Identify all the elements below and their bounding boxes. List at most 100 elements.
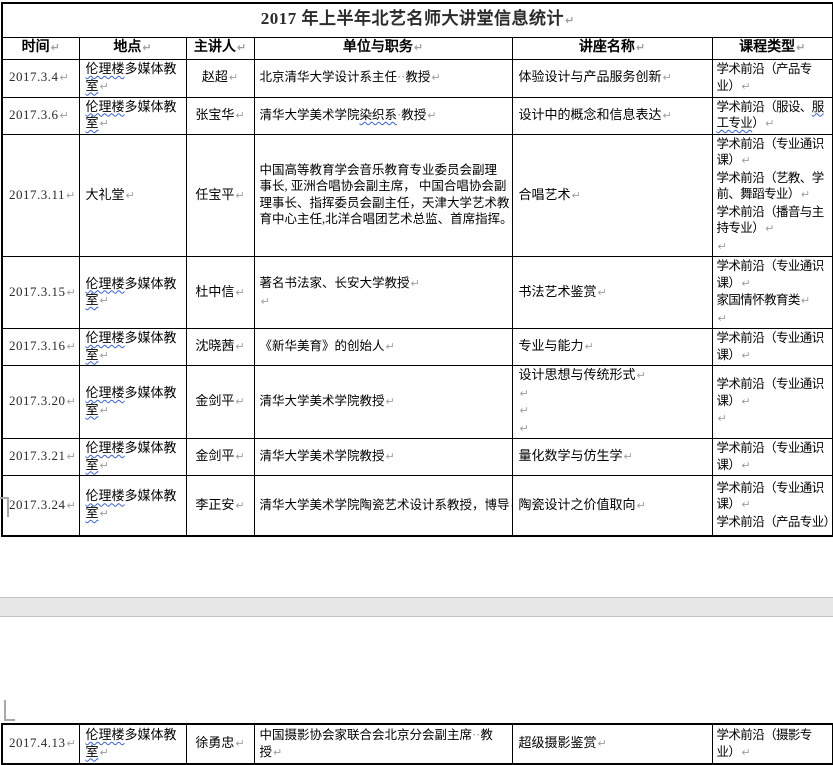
text-line: 专业与能力↵ bbox=[519, 338, 706, 356]
text-line: 学术前沿（专业通识 bbox=[717, 330, 829, 347]
paragraph-mark-icon: ↵ bbox=[66, 340, 76, 353]
text-run: 课） bbox=[717, 497, 741, 511]
text-line: 伦理楼多媒体教 bbox=[86, 61, 180, 78]
text-run: 《新华美育》的创始人 bbox=[260, 339, 385, 353]
cell-course-type[interactable]: 学术前沿（摄影专业）↵ bbox=[712, 724, 833, 764]
header-unit-title[interactable]: 单位与职务↵ bbox=[254, 38, 512, 60]
cell-location[interactable]: 伦理楼多媒体教室↵ bbox=[79, 257, 186, 329]
paragraph-mark-icon: ↵ bbox=[636, 369, 646, 382]
cell-course-type[interactable]: 学术前沿（专业通识课）↵学术前沿（艺教、学前、舞蹈专业）↵学术前沿（播音与主持专… bbox=[712, 134, 833, 257]
doc-title-cell[interactable]: 2017 年上半年北艺名师大讲堂信息统计↵ bbox=[2, 3, 833, 38]
cell-unit-title[interactable]: 《新华美育》的创始人↵ bbox=[254, 329, 512, 366]
cell-lecture-name[interactable]: 陶瓷设计之价值取向↵ bbox=[512, 476, 712, 536]
cell-time[interactable]: 2017.3.24↵ bbox=[2, 476, 79, 536]
cell-time[interactable]: 2017.3.16↵ bbox=[2, 329, 79, 366]
cell-time[interactable]: 2017.4.13↵ bbox=[2, 724, 79, 764]
cell-time[interactable]: 2017.3.20↵ bbox=[2, 366, 79, 439]
table-row: 2017.3.16↵伦理楼多媒体教室↵沈晓茜↵《新华美育》的创始人↵专业与能力↵… bbox=[2, 329, 833, 366]
text-run: 前、舞蹈专业） bbox=[717, 187, 800, 201]
header-time[interactable]: 时间↵ bbox=[2, 38, 79, 60]
paragraph-mark-icon: ↵ bbox=[635, 41, 645, 54]
cell-speaker[interactable]: 赵超↵ bbox=[186, 59, 254, 97]
text-run: 金剑平 bbox=[195, 393, 234, 408]
cell-time[interactable]: 2017.3.21↵ bbox=[2, 439, 79, 476]
text-run: 多媒体教 bbox=[125, 330, 177, 345]
header-lecture-name[interactable]: 讲座名称↵ bbox=[512, 38, 712, 60]
cell-time[interactable]: 2017.3.11↵ bbox=[2, 134, 79, 257]
paragraph-mark-icon: ↵ bbox=[234, 395, 244, 408]
cell-time[interactable]: 2017.3.4↵ bbox=[2, 59, 79, 97]
cell-unit-title[interactable]: 著名书法家、长安大学教授↵↵ bbox=[254, 257, 512, 329]
cell-unit-title[interactable]: 北京清华大学设计系主任··教授↵ bbox=[254, 59, 512, 97]
paragraph-mark-icon: ↵ bbox=[99, 404, 109, 417]
text-run: 授 bbox=[260, 745, 273, 759]
paragraph-mark-icon: ↵ bbox=[385, 450, 395, 463]
text-run: 清华大学美术学院教授 bbox=[260, 449, 385, 463]
text-line: 学术前沿（产品专 bbox=[717, 61, 829, 78]
text-line: 2017.3.21↵ bbox=[9, 448, 73, 466]
text-boundary-mark-icon bbox=[4, 719, 15, 721]
cell-unit-title[interactable]: 中国高等教育学会音乐教育专业委员会副理事长, 亚洲合唱协会副主席， 中国合唱协会… bbox=[254, 134, 512, 257]
cell-lecture-name[interactable]: 量化数学与仿生学↵ bbox=[512, 439, 712, 476]
spellcheck-underlined-text: 伦理楼 bbox=[86, 276, 125, 291]
text-line: 超级摄影鉴赏↵ bbox=[519, 735, 706, 753]
cell-course-type[interactable]: 学术前沿（专业通识课）↵ bbox=[712, 439, 833, 476]
text-run: 学术前沿（专业通识 bbox=[717, 377, 824, 391]
cell-location[interactable]: 伦理楼多媒体教室↵ bbox=[79, 724, 186, 764]
cell-speaker[interactable]: 金剑平↵ bbox=[186, 366, 254, 439]
cell-location[interactable]: 伦理楼多媒体教室↵ bbox=[79, 59, 186, 97]
header-course-type[interactable]: 课程类型↵ bbox=[712, 38, 833, 60]
text-line: ↵ bbox=[717, 238, 829, 256]
paragraph-mark-icon: ↵ bbox=[66, 395, 76, 408]
spellcheck-underlined-text: 室 bbox=[86, 402, 99, 417]
cell-unit-title[interactable]: 清华大学美术学院染织系·教授↵ bbox=[254, 97, 512, 134]
cell-lecture-name[interactable]: 设计思想与传统形式↵↵↵↵ bbox=[512, 366, 712, 439]
text-run: 2017.3.24 bbox=[9, 497, 66, 512]
header-speaker[interactable]: 主讲人↵ bbox=[186, 38, 254, 60]
header-label: 主讲人 bbox=[194, 40, 236, 55]
cell-speaker[interactable]: 徐勇忠↵ bbox=[186, 724, 254, 764]
cell-course-type[interactable]: 学术前沿（专业通识课）↵ bbox=[712, 329, 833, 366]
cell-location[interactable]: 伦理楼多媒体教室↵ bbox=[79, 366, 186, 439]
text-line: 室↵ bbox=[86, 457, 180, 475]
text-line: 北京清华大学设计系主任··教授↵ bbox=[260, 69, 507, 87]
text-line: 室↵ bbox=[86, 78, 180, 96]
cell-unit-title[interactable]: 清华大学美术学院陶瓷艺术设计系教授，博导↵ bbox=[254, 476, 512, 536]
cell-unit-title[interactable]: 中国摄影协会家联合会北京分会副主席··教授↵ bbox=[254, 724, 512, 764]
cell-lecture-name[interactable]: 超级摄影鉴赏↵ bbox=[512, 724, 712, 764]
cell-unit-title[interactable]: 清华大学美术学院教授↵ bbox=[254, 366, 512, 439]
cell-speaker[interactable]: 任宝平↵ bbox=[186, 134, 254, 257]
text-run: 学术前沿（专业通识 bbox=[717, 331, 824, 345]
cell-lecture-name[interactable]: 专业与能力↵ bbox=[512, 329, 712, 366]
cell-speaker[interactable]: 李正安↵ bbox=[186, 476, 254, 536]
cell-time[interactable]: 2017.3.15↵ bbox=[2, 257, 79, 329]
paragraph-mark-icon: ↵ bbox=[564, 14, 574, 27]
cell-lecture-name[interactable]: 设计中的概念和信息表达↵ bbox=[512, 97, 712, 134]
cell-speaker[interactable]: 金剑平↵ bbox=[186, 439, 254, 476]
cell-speaker[interactable]: 杜中信↵ bbox=[186, 257, 254, 329]
cell-course-type[interactable]: 学术前沿（专业通识课）↵↵ bbox=[712, 366, 833, 439]
cell-location[interactable]: 伦理楼多媒体教室↵ bbox=[79, 97, 186, 134]
cell-location[interactable]: 大礼堂↵ bbox=[79, 134, 186, 257]
cell-course-type[interactable]: 学术前沿（专业通识课）↵学术前沿（产品专业）↵ bbox=[712, 476, 833, 536]
text-line: 学术前沿（播音与主 bbox=[717, 204, 829, 221]
paragraph-mark-icon: ↵ bbox=[740, 349, 750, 362]
cell-unit-title[interactable]: 清华大学美术学院教授↵ bbox=[254, 439, 512, 476]
header-location[interactable]: 地点↵ bbox=[79, 38, 186, 60]
cell-location[interactable]: 伦理楼多媒体教室↵ bbox=[79, 439, 186, 476]
cell-speaker[interactable]: 张宝华↵ bbox=[186, 97, 254, 134]
cell-time[interactable]: 2017.3.6↵ bbox=[2, 97, 79, 134]
cell-speaker[interactable]: 沈晓茜↵ bbox=[186, 329, 254, 366]
cell-lecture-name[interactable]: 书法艺术鉴赏↵ bbox=[512, 257, 712, 329]
cell-location[interactable]: 伦理楼多媒体教室↵ bbox=[79, 329, 186, 366]
text-line: 伦理楼多媒体教 bbox=[86, 440, 180, 457]
paragraph-mark-icon: ↵ bbox=[234, 737, 244, 750]
cell-course-type[interactable]: 学术前沿（服设、服工专业）↵ bbox=[712, 97, 833, 134]
cell-course-type[interactable]: 学术前沿（专业通识课）↵家国情怀教育类↵↵ bbox=[712, 257, 833, 329]
table-row: 2017.4.13↵伦理楼多媒体教室↵徐勇忠↵中国摄影协会家联合会北京分会副主席… bbox=[2, 724, 833, 764]
cell-lecture-name[interactable]: 体验设计与产品服务创新↵ bbox=[512, 59, 712, 97]
cell-lecture-name[interactable]: 合唱艺术↵ bbox=[512, 134, 712, 257]
cell-course-type[interactable]: 学术前沿（产品专业）↵ bbox=[712, 59, 833, 97]
cell-location[interactable]: 伦理楼多媒体教室↵ bbox=[79, 476, 186, 536]
text-run: 多媒体教 bbox=[125, 488, 177, 503]
